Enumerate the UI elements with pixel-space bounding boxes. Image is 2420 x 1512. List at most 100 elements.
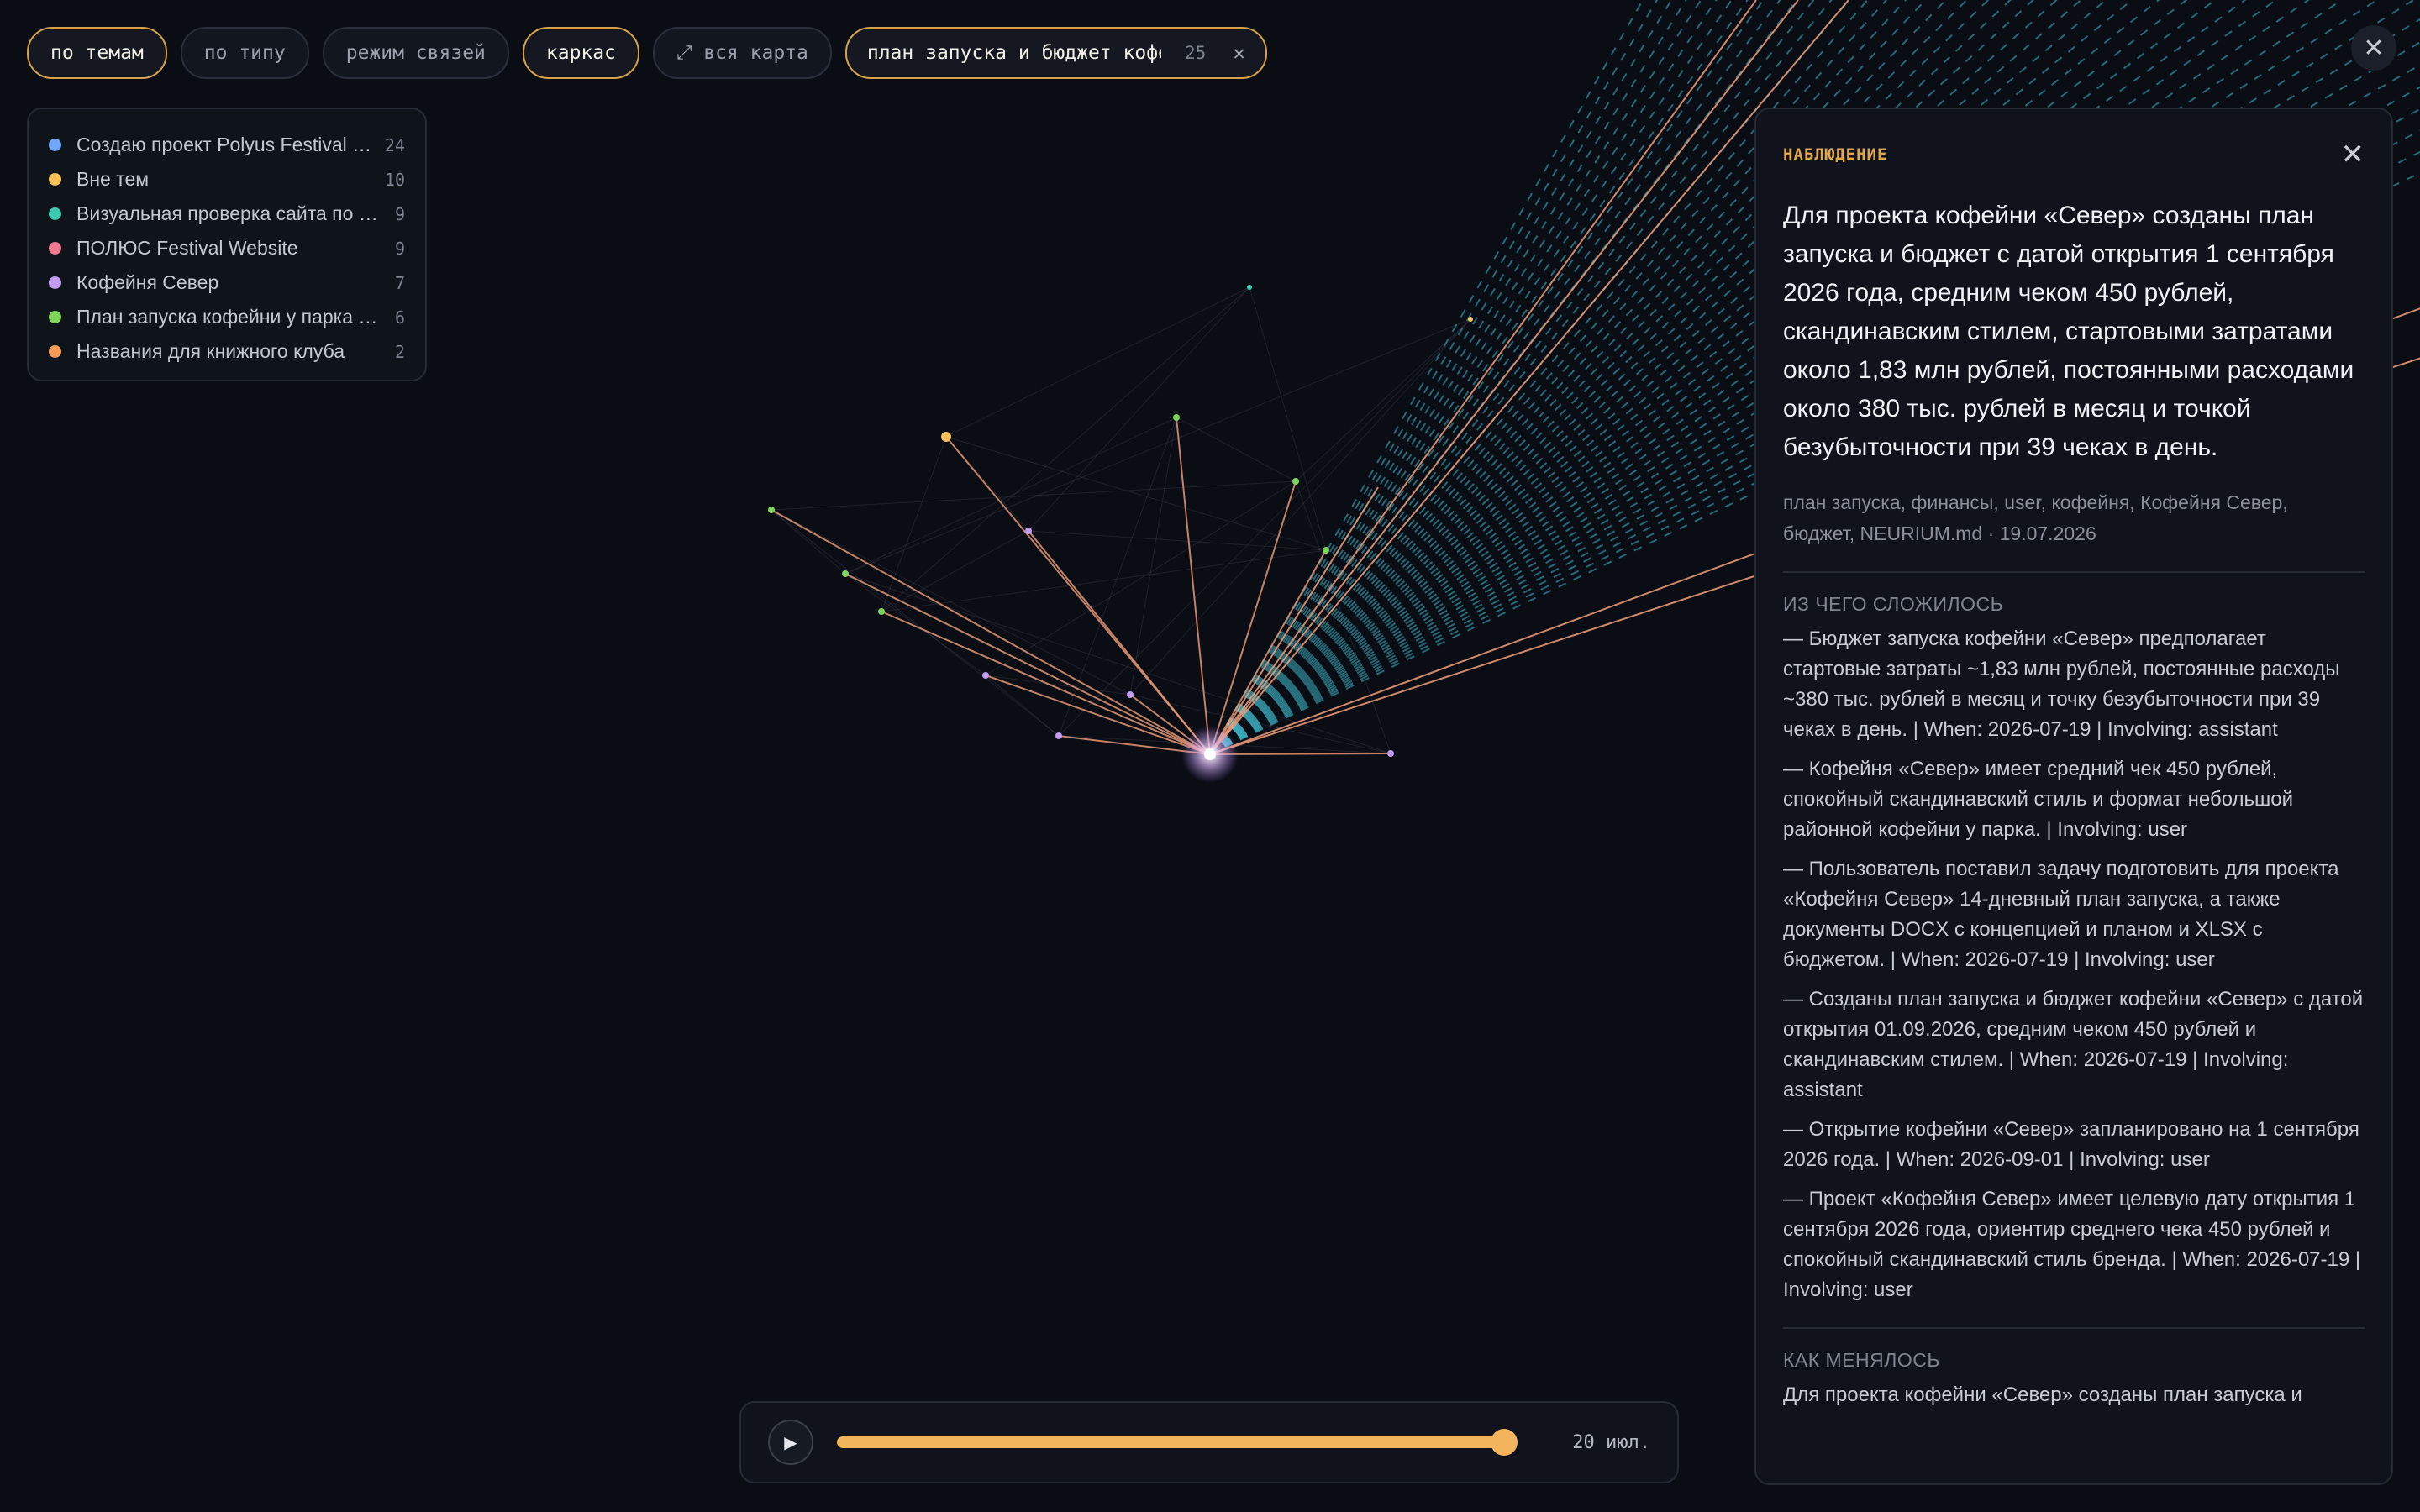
highlighted-edge	[1209, 0, 1849, 755]
highlighted-edge	[844, 573, 1211, 755]
observation-panel: НАБЛЮДЕНИЕ ✕ Для проекта кофейни «Север»…	[1754, 108, 2393, 1485]
links-mode-button[interactable]: режим связей	[322, 27, 509, 79]
graph-node[interactable]	[1468, 317, 1473, 322]
observation-meta: план запуска, финансы, user, кофейня, Ко…	[1783, 491, 2288, 544]
full-map-button[interactable]: ⤢ вся карта	[652, 27, 832, 79]
legend-label: Названия для книжного клуба	[76, 340, 345, 362]
legend-color-dot	[49, 207, 61, 220]
topic-legend: Создаю проект Polyus Festival в стиле 24 В…	[27, 108, 427, 381]
highlighted-edge	[1209, 0, 1799, 755]
highlighted-edge	[1028, 530, 1211, 755]
legend-item[interactable]: Кофейня Север 7	[49, 265, 405, 300]
legend-count: 9	[394, 238, 405, 259]
source-item[interactable]: — Пользователь поставил задачу подготови…	[1783, 854, 2365, 975]
legend-color-dot	[49, 345, 61, 358]
legend-count: 2	[394, 341, 405, 362]
legend-color-dot	[49, 139, 61, 151]
background-edge	[945, 436, 1327, 551]
background-edge	[771, 509, 1060, 737]
background-edge	[844, 573, 986, 676]
legend-item[interactable]: Названия для книжного клуба 2	[49, 334, 405, 369]
highlighted-edge	[1176, 417, 1211, 755]
timeline-handle[interactable]	[1491, 1429, 1518, 1456]
legend-label: Кофейня Север	[76, 271, 219, 293]
observation-title: Для проекта кофейни «Север» созданы план…	[1783, 202, 2354, 461]
legend-count: 24	[384, 134, 405, 155]
graph-node[interactable]	[941, 432, 951, 442]
graph-node[interactable]	[768, 507, 775, 513]
background-edge	[844, 573, 1392, 754]
background-edge	[1295, 318, 1471, 482]
highlighted-edge	[771, 509, 1211, 755]
highlighted-edge	[1209, 480, 1297, 755]
legend-color-dot	[49, 173, 61, 186]
background-edge	[844, 318, 1471, 575]
legend-item[interactable]: Визуальная проверка сайта по промпту 9	[49, 197, 405, 231]
graph-node[interactable]	[878, 608, 885, 615]
timeline-date: 20 июл.	[1572, 1431, 1650, 1453]
background-edge	[881, 436, 947, 612]
legend-label: ПОЛЮС Festival Website	[76, 237, 298, 259]
legend-count: 10	[384, 169, 405, 190]
graph-node[interactable]	[1055, 732, 1062, 739]
play-icon[interactable]: ▶	[768, 1420, 813, 1465]
hub-node[interactable]	[1204, 748, 1216, 760]
legend-count: 6	[394, 307, 405, 328]
legend-item[interactable]: Создаю проект Polyus Festival в стиле 24	[49, 128, 405, 162]
graph-node[interactable]	[1323, 547, 1329, 554]
legend-color-dot	[49, 311, 61, 323]
graph-node[interactable]	[1292, 478, 1299, 485]
background-edge	[1129, 417, 1177, 696]
source-item[interactable]: — Созданы план запуска и бюджет кофейни …	[1783, 984, 2365, 1105]
timeline-slider[interactable]	[837, 1429, 1518, 1456]
source-item[interactable]: — Проект «Кофейня Север» имеет целевую д…	[1783, 1184, 2365, 1305]
background-edge	[881, 530, 1029, 612]
graph-node[interactable]	[1127, 691, 1134, 698]
highlighted-edge	[1209, 0, 1757, 755]
legend-item[interactable]: План запуска кофейни у парка за две неде…	[49, 300, 405, 334]
search-filter-text[interactable]: план запуска и бюджет кофейни «Север»	[867, 42, 1161, 64]
graph-node[interactable]	[1387, 750, 1394, 757]
legend-item[interactable]: ПОЛЮС Festival Website 9	[49, 231, 405, 265]
legend-count: 9	[394, 203, 405, 224]
legend-label: Создаю проект Polyus Festival в стиле	[76, 134, 375, 155]
background-edge	[1176, 417, 1297, 482]
history-section-heading: КАК МЕНЯЛОСЬ	[1783, 1349, 1940, 1371]
legend-color-dot	[49, 242, 61, 255]
background-edge	[881, 286, 1250, 612]
close-icon[interactable]: ✕	[2341, 140, 2365, 169]
graph-node[interactable]	[1025, 528, 1032, 534]
background-edge	[1028, 530, 1327, 551]
background-edge	[1058, 318, 1471, 737]
graph-node[interactable]	[982, 672, 989, 679]
close-icon[interactable]: ✕	[2351, 25, 2396, 71]
legend-label: План запуска кофейни у парка за две неде…	[76, 306, 385, 328]
background-edge	[771, 480, 1297, 511]
background-edge	[1249, 286, 1327, 551]
background-edge	[985, 480, 1297, 676]
legend-count: 7	[394, 272, 405, 293]
background-edge	[881, 549, 1327, 612]
graph-node[interactable]	[1247, 285, 1252, 290]
sources-list: — Бюджет запуска кофейни «Север» предпол…	[1783, 624, 2365, 1305]
legend-color-dot	[49, 276, 61, 289]
graph-node[interactable]	[1173, 414, 1180, 421]
panel-kind-label: НАБЛЮДЕНИЕ	[1783, 145, 1888, 164]
background-edge	[945, 286, 1250, 438]
legend-item[interactable]: Вне тем 10	[49, 162, 405, 197]
search-result-count: 25	[1184, 43, 1207, 63]
wireframe-toggle[interactable]: каркас	[522, 27, 639, 79]
background-edge	[844, 417, 1177, 575]
timeline-fill	[837, 1436, 1518, 1448]
source-item[interactable]: — Бюджет запуска кофейни «Север» предпол…	[1783, 624, 2365, 745]
search-filter-chip[interactable]: план запуска и бюджет кофейни «Север» 25…	[844, 27, 1267, 79]
legend-label: Визуальная проверка сайта по промпту	[76, 202, 385, 224]
divider	[1783, 571, 2365, 573]
source-item[interactable]: — Открытие кофейни «Север» запланировано…	[1783, 1115, 2365, 1175]
group-by-topic-button[interactable]: по темам	[27, 27, 167, 79]
source-item[interactable]: — Кофейня «Север» имеет средний чек 450 …	[1783, 754, 2365, 845]
graph-node[interactable]	[842, 570, 849, 577]
close-icon[interactable]: ✕	[1233, 41, 1244, 65]
sources-section-heading: ИЗ ЧЕГО СЛОЖИЛОСЬ	[1783, 593, 2004, 615]
group-by-type-button[interactable]: по типу	[180, 27, 309, 79]
